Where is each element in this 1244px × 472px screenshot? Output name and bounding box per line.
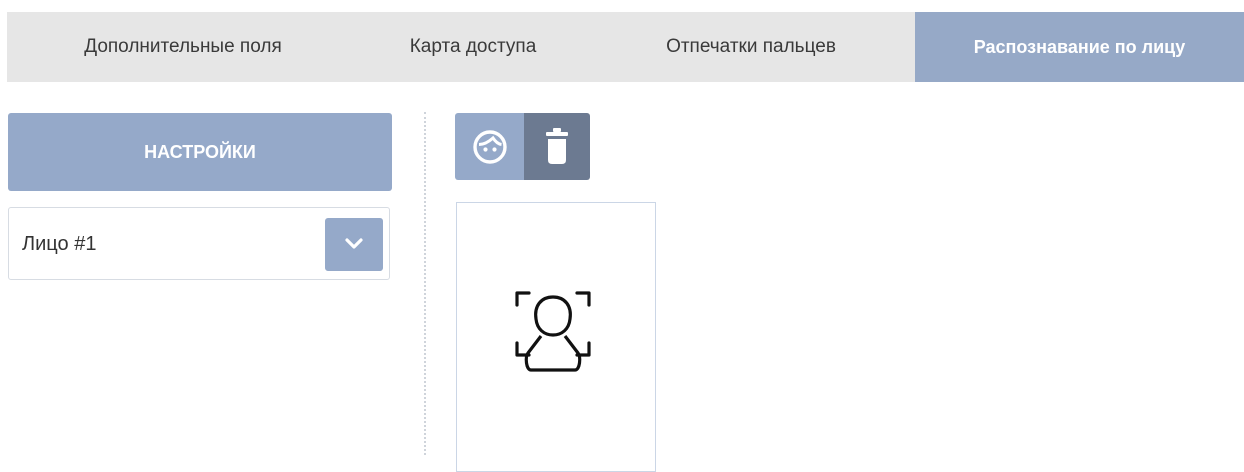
face-card[interactable] [456, 202, 656, 472]
tab-bar: Дополнительные поля Карта доступа Отпеча… [7, 12, 1244, 82]
face-select-dropdown-button[interactable] [325, 218, 383, 271]
delete-face-button[interactable] [524, 113, 590, 180]
tab-fingerprints[interactable]: Отпечатки пальцев [587, 12, 915, 82]
face-select-value: Лицо #1 [22, 233, 97, 255]
face-recognition-icon [515, 291, 591, 372]
trash-icon [546, 128, 568, 164]
settings-button[interactable]: НАСТРОЙКИ [8, 113, 392, 191]
tab-access-card[interactable]: Карта доступа [359, 12, 587, 82]
tab-face-recognition[interactable]: Распознавание по лицу [915, 12, 1244, 82]
add-face-button[interactable] [455, 113, 524, 180]
chevron-down-icon [345, 238, 363, 249]
face-select[interactable]: Лицо #1 [8, 207, 390, 280]
panel-divider [424, 112, 426, 455]
face-icon [473, 130, 507, 164]
tab-additional-fields[interactable]: Дополнительные поля [7, 12, 359, 82]
